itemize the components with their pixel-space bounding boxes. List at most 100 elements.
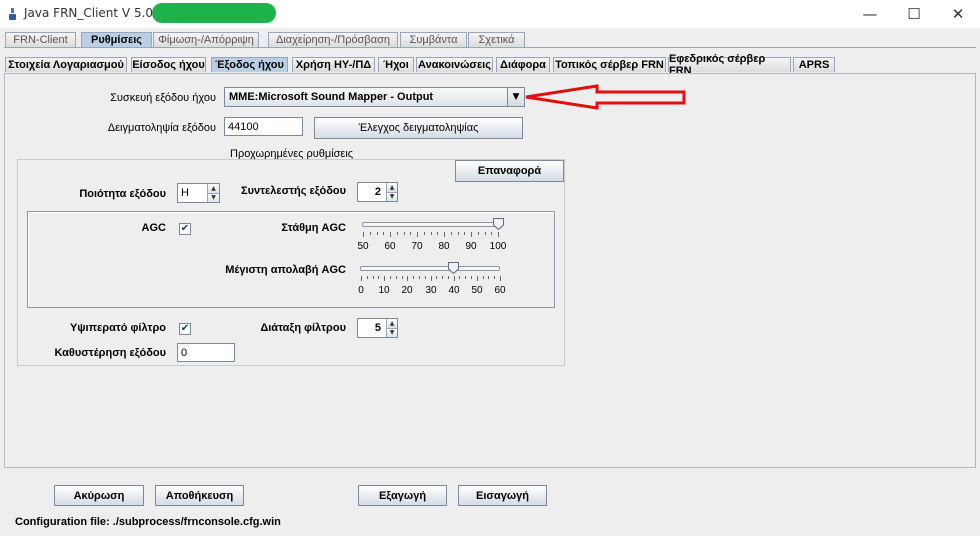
max-gain-tick (436, 276, 437, 279)
title-bar: Java FRN_Client V 5.00.8 - — ☐ ✕ (0, 0, 980, 28)
max-gain-tick (402, 276, 403, 279)
agc-level-tick-label: 90 (465, 241, 477, 252)
cancel-button[interactable]: Ακύρωση (54, 485, 144, 506)
output-device-combo[interactable]: MME:Microsoft Sound Mapper - Output (224, 87, 525, 107)
filter-order-value: 5 (374, 322, 381, 334)
sample-rate-label: Δειγματοληψία εξόδου (107, 122, 216, 134)
config-file-path: Configuration file: ./subprocess/frncons… (15, 516, 281, 528)
reset-button[interactable]: Επαναφορά (455, 160, 564, 182)
agc-level-tick (491, 232, 492, 235)
agc-level-tick (397, 232, 398, 235)
max-gain-tick (373, 276, 374, 279)
agc-level-tick (370, 232, 371, 235)
tab-events[interactable]: Συμβάντα (400, 32, 467, 47)
max-gain-track[interactable] (360, 266, 500, 271)
agc-level-tick (458, 232, 459, 235)
tab-aprs[interactable]: APRS (793, 57, 835, 72)
output-factor-value: 2 (374, 186, 381, 198)
max-gain-tick (459, 276, 460, 279)
sample-rate-input[interactable]: 44100 (224, 117, 303, 136)
max-gain-tick (407, 276, 408, 281)
max-gain-tick (361, 276, 362, 281)
max-gain-tick-label: 30 (425, 285, 437, 296)
java-app-icon (9, 8, 16, 20)
agc-level-tick (444, 232, 445, 237)
tab-audio-output[interactable]: Έξοδος ήχου (211, 57, 288, 72)
max-gain-tick (488, 276, 489, 279)
agc-level-tick (390, 232, 391, 237)
agc-label: AGC (141, 222, 166, 234)
tab-backup-frn-server[interactable]: Εφεδρικός σέρβερ FRN (668, 53, 791, 77)
max-gain-tick (378, 276, 379, 279)
max-gain-tick (465, 276, 466, 279)
tab-misc[interactable]: Διάφορα (496, 57, 550, 72)
agc-level-tick (363, 232, 364, 237)
tab-mute-reject[interactable]: Φίμωση-/Απόρριψη (153, 32, 259, 47)
tab-announcements[interactable]: Ανακοινώσεις (416, 57, 493, 72)
max-gain-tick-label: 40 (448, 285, 460, 296)
output-delay-label: Καθυστέρηση εξόδου (54, 347, 166, 359)
agc-level-label: Στάθμη AGC (281, 222, 346, 234)
output-quality-label: Ποιότητα εξόδου (79, 188, 166, 200)
tab-frn-client[interactable]: FRN-Client (5, 32, 76, 47)
output-device-value: MME:Microsoft Sound Mapper - Output (229, 91, 434, 103)
tab-settings[interactable]: Ρυθμίσεις (81, 32, 152, 47)
agc-level-tick (485, 232, 486, 235)
tab-management-access[interactable]: Διαχείρηση-/Πρόσβαση (268, 32, 398, 47)
output-device-label: Συσκευή εξόδου ήχου (110, 92, 216, 104)
max-gain-tick (500, 276, 501, 281)
agc-level-tick (437, 232, 438, 235)
output-quality-spin-arrows[interactable]: ▲ ▼ (207, 184, 219, 202)
minimize-button[interactable]: — (848, 0, 892, 28)
maximize-button[interactable]: ☐ (892, 0, 936, 28)
import-button[interactable]: Εισαγωγή (458, 485, 547, 506)
output-factor-spin-arrows[interactable]: ▲ ▼ (386, 183, 397, 201)
max-gain-slider-thumb[interactable] (448, 262, 459, 274)
redacted-title-region (152, 3, 276, 23)
output-factor-label: Συντελεστής εξόδου (240, 185, 346, 197)
max-gain-tick (483, 276, 484, 279)
max-gain-tick (494, 276, 495, 279)
test-sampling-button[interactable]: Έλεγχος δειγματοληψίας (314, 117, 523, 139)
max-gain-tick-label: 10 (378, 285, 390, 296)
agc-level-tick (424, 232, 425, 235)
close-button[interactable]: ✕ (936, 0, 980, 28)
output-delay-input[interactable]: 0 (177, 343, 235, 362)
agc-level-tick-label: 50 (357, 241, 369, 252)
agc-level-tick (410, 232, 411, 235)
main-tab-baseline (4, 47, 976, 48)
max-gain-tick (390, 276, 391, 279)
tab-account-info[interactable]: Στοιχεία Λογαριασμού (5, 57, 127, 72)
agc-level-tick (478, 232, 479, 235)
tab-pc-usage[interactable]: Χρήση ΗΥ-/ΠΔ (292, 57, 375, 72)
agc-level-tick (431, 232, 432, 235)
agc-level-tick-label: 70 (411, 241, 423, 252)
agc-level-tick (417, 232, 418, 237)
output-quality-value: H (181, 187, 189, 199)
export-button[interactable]: Εξαγωγή (358, 485, 447, 506)
max-gain-tick-label: 0 (358, 285, 364, 296)
filter-order-spin-arrows[interactable]: ▲ ▼ (386, 319, 397, 337)
agc-level-tick (404, 232, 405, 235)
save-button[interactable]: Αποθήκευση (155, 485, 244, 506)
highpass-filter-checkbox[interactable]: ✔ (179, 323, 191, 335)
max-gain-tick (454, 276, 455, 281)
max-gain-tick (431, 276, 432, 281)
agc-checkbox[interactable]: ✔ (179, 223, 191, 235)
max-gain-tick (471, 276, 472, 279)
agc-level-track[interactable] (362, 222, 499, 227)
max-gain-tick-label: 60 (494, 285, 506, 296)
agc-level-slider-thumb[interactable] (493, 218, 504, 230)
max-gain-tick (413, 276, 414, 279)
max-gain-tick (448, 276, 449, 279)
max-gain-tick-label: 50 (471, 285, 483, 296)
tab-sounds[interactable]: Ήχοι (378, 57, 414, 72)
max-gain-tick (425, 276, 426, 279)
tab-local-frn-server[interactable]: Τοπικός σέρβερ FRN (553, 57, 666, 72)
tab-audio-input[interactable]: Είσοδος ήχου (131, 57, 206, 72)
max-gain-tick (442, 276, 443, 279)
max-gain-tick (396, 276, 397, 279)
agc-level-tick (451, 232, 452, 235)
tab-about[interactable]: Σχετικά (468, 32, 525, 47)
max-gain-tick (477, 276, 478, 281)
